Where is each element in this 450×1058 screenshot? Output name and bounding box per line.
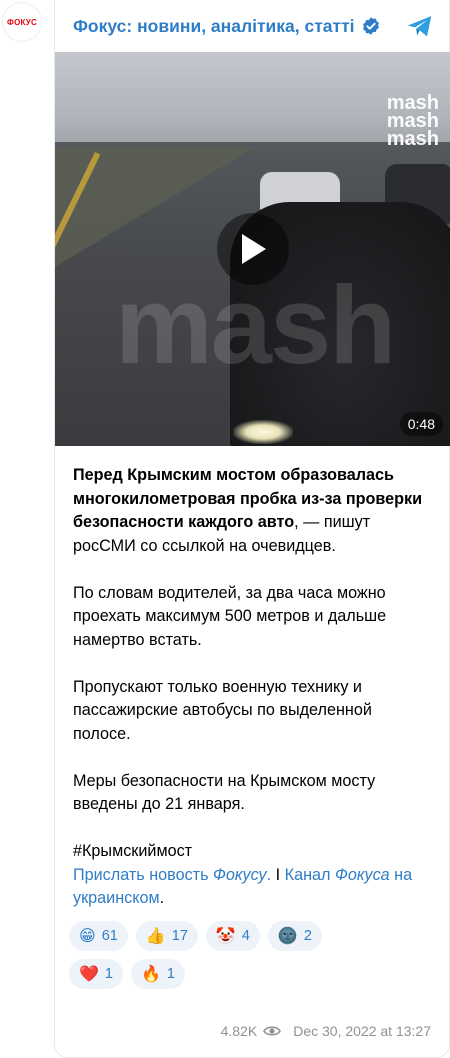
play-icon <box>242 234 266 264</box>
reactions-bar: 😁 61 👍 17 🤡 4 🌚 2 ❤️ 1 🔥 1 <box>55 911 395 989</box>
heart-emoji-icon: ❤️ <box>79 964 99 983</box>
send-news-link-text: Прислать новость <box>73 865 214 884</box>
end-dot: . <box>159 889 165 907</box>
video-thumbnail[interactable]: mash mash mash mash 0:48 <box>55 52 450 446</box>
send-news-link[interactable]: Прислать новость Фокусу. <box>73 866 271 884</box>
moon-face-emoji-icon: 🌚 <box>277 926 298 945</box>
paragraph-1: Перед Крымским мостом образовалась много… <box>73 464 431 558</box>
reaction-count: 2 <box>303 927 312 944</box>
thumbs-up-emoji-icon: 👍 <box>145 926 166 945</box>
hashtag-link[interactable]: #Крымскиймост <box>73 842 192 860</box>
reaction-heart[interactable]: ❤️ 1 <box>69 958 123 989</box>
channel-avatar[interactable]: ФОКУС <box>2 2 42 42</box>
paragraph-2: По словам водителей, за два часа можно п… <box>73 583 387 649</box>
eye-icon <box>263 1026 282 1036</box>
paragraph-3: Пропускают только военную технику и пасс… <box>73 677 372 743</box>
view-count: 4.82K <box>220 1023 258 1039</box>
paragraph-links: #Крымскиймост Прислать новость Фокусу. I… <box>73 840 431 911</box>
post-card: Фокус: новини, аналітика, статті mash ma… <box>54 0 450 1058</box>
telegram-logo-icon[interactable] <box>405 11 435 41</box>
post-header: Фокус: новини, аналітика, статті <box>55 0 449 52</box>
post-text: Перед Крымским мостом образовалась много… <box>55 446 449 911</box>
reaction-count: 1 <box>104 965 113 982</box>
reaction-count: 17 <box>171 927 188 944</box>
mash-watermark: mash mash mash <box>386 93 439 150</box>
channel-link-brand: Фокуса <box>334 865 390 884</box>
avatar-label: ФОКУС <box>7 17 37 27</box>
play-button[interactable] <box>217 213 289 285</box>
send-news-link-brand: Фокусу <box>213 865 267 884</box>
post-date[interactable]: Dec 30, 2022 at 13:27 <box>293 1023 431 1039</box>
paragraph-4: Меры безопасности на Крымском мосту введ… <box>73 771 376 814</box>
reaction-thumbs-up[interactable]: 👍 17 <box>135 920 198 951</box>
post-meta: 4.82K Dec 30, 2022 at 13:27 <box>221 1023 431 1039</box>
watermark-line: mash <box>386 128 439 150</box>
grin-emoji-icon: 😁 <box>79 926 96 945</box>
video-duration: 0:48 <box>399 412 443 436</box>
clown-emoji-icon: 🤡 <box>215 926 236 945</box>
channel-name-link[interactable]: Фокус: новини, аналітика, статті <box>73 16 355 37</box>
reaction-clown[interactable]: 🤡 4 <box>205 920 260 951</box>
reaction-grin[interactable]: 😁 61 <box>69 920 128 951</box>
reaction-moon[interactable]: 🌚 2 <box>267 920 322 951</box>
link-separator: I <box>271 865 285 884</box>
reaction-count: 1 <box>166 965 175 982</box>
verified-icon <box>362 17 379 35</box>
reaction-count: 4 <box>241 927 250 944</box>
reaction-count: 61 <box>101 927 118 944</box>
channel-link-text: Канал <box>284 865 335 884</box>
video-headlight <box>233 420 293 444</box>
reaction-fire[interactable]: 🔥 1 <box>131 958 185 989</box>
fire-emoji-icon: 🔥 <box>141 964 161 983</box>
